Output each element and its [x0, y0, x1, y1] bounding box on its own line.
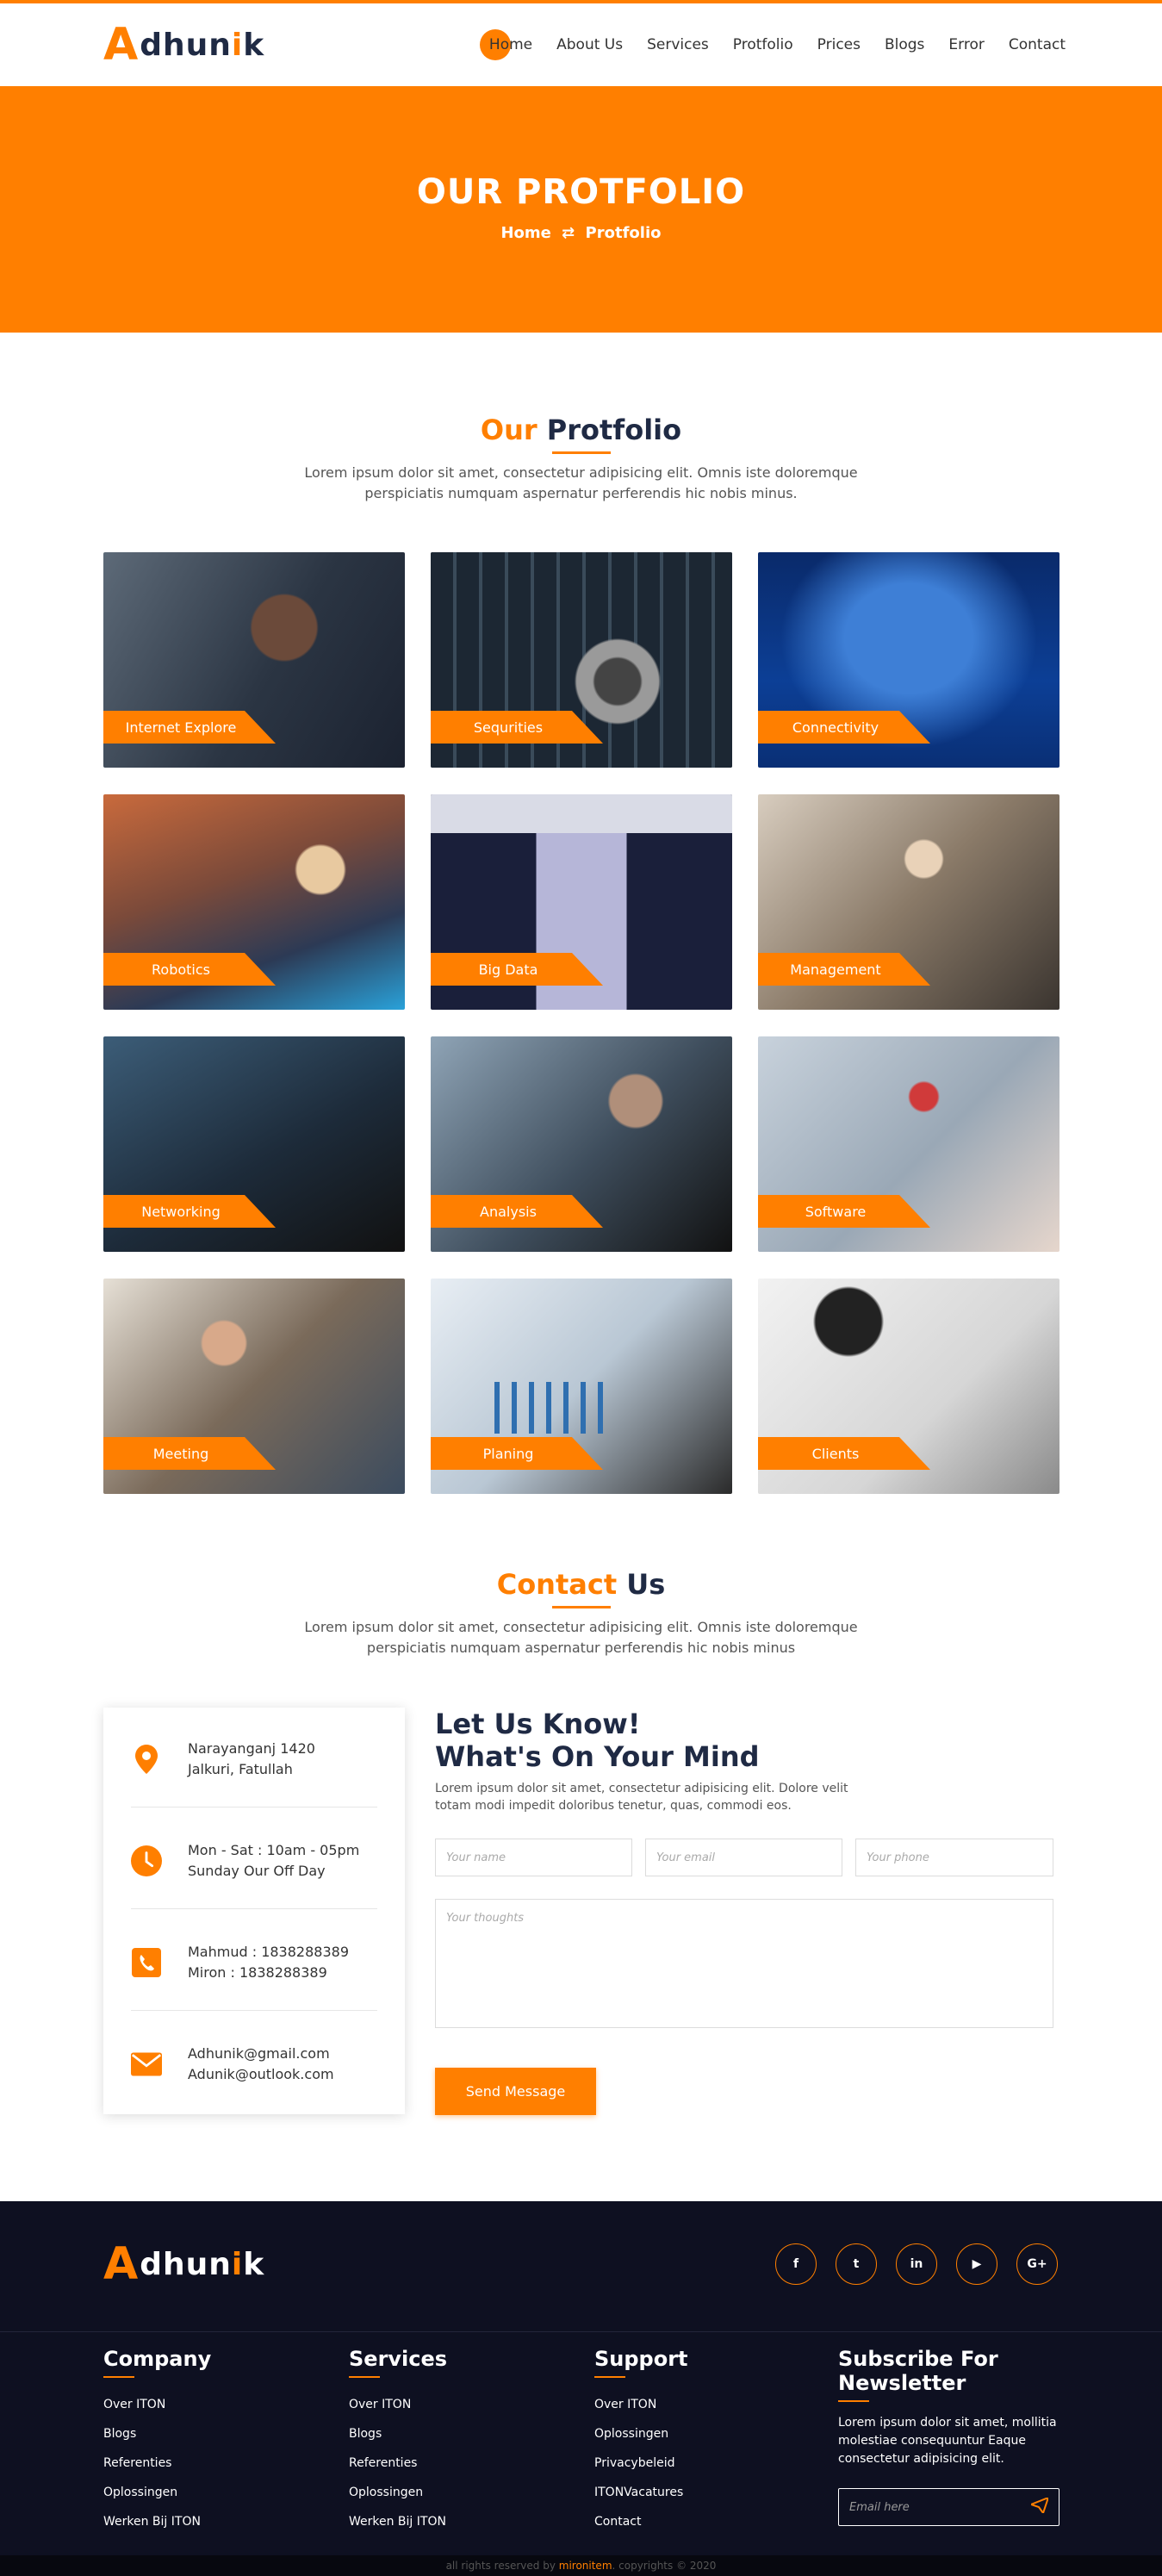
- twitter-icon[interactable]: t: [836, 2243, 877, 2285]
- portfolio-card[interactable]: Planing: [431, 1279, 732, 1494]
- send-message-button[interactable]: Send Message: [435, 2068, 596, 2115]
- contact-form-heading: Let Us Know! What's On Your Mind Lorem ip…: [435, 1708, 1055, 1814]
- footer-link[interactable]: Referenties: [349, 2448, 556, 2478]
- nav-blogs[interactable]: Blogs: [873, 36, 936, 53]
- youtube-icon[interactable]: ▶: [956, 2243, 997, 2285]
- logo-letter-a: A: [103, 19, 140, 71]
- portfolio-card[interactable]: Software: [758, 1036, 1059, 1252]
- breadcrumb-separator-icon: ⇄: [562, 224, 575, 242]
- facebook-icon[interactable]: f: [775, 2243, 817, 2285]
- footer-link[interactable]: Blogs: [349, 2419, 556, 2448]
- envelope-icon: [131, 2049, 162, 2080]
- page-title: OUR PROTFOLIO: [416, 172, 746, 212]
- portfolio-card[interactable]: Sequrities: [431, 552, 732, 768]
- send-icon[interactable]: [1028, 2496, 1050, 2517]
- portfolio-card[interactable]: Meeting: [103, 1279, 405, 1494]
- form-text: Lorem ipsum dolor sit amet, consectetur …: [435, 1782, 848, 1813]
- footer-link[interactable]: Oplossingen: [103, 2478, 310, 2507]
- hours-item: Mon - Sat : 10am - 05pm Sunday Our Off Da…: [131, 1840, 377, 1882]
- footer-services: Services Over ITON Blogs Referenties Opl…: [349, 2347, 556, 2536]
- divider: [131, 1908, 377, 1909]
- footer-link[interactable]: ITONVacatures: [594, 2478, 801, 2507]
- footer-services-title: Services: [349, 2347, 448, 2371]
- nav-error[interactable]: Error: [936, 36, 996, 53]
- footer-divider: [0, 2331, 1162, 2332]
- logo-text: dhun: [140, 27, 232, 63]
- breadcrumb-home[interactable]: Home: [500, 224, 550, 242]
- nav-prices[interactable]: Prices: [805, 36, 873, 53]
- footer-company-title: Company: [103, 2347, 212, 2371]
- footer-newsletter: Subscribe For Newsletter Lorem ipsum dolo…: [838, 2347, 1071, 2468]
- logo-letter-i: i: [231, 27, 244, 63]
- divider: [131, 1807, 377, 1808]
- footer-logo-wrap: Adhun i k: [103, 2242, 264, 2287]
- portfolio-card[interactable]: Robotics: [103, 794, 405, 1010]
- footer-link[interactable]: Over ITON: [594, 2390, 801, 2419]
- nav-home[interactable]: Home: [477, 29, 544, 60]
- site-header: Adhun i k Home About Us Services Protfolio…: [0, 3, 1162, 86]
- title-underline: [551, 451, 611, 454]
- newsletter-text: Lorem ipsum dolor sit amet, mollitia mol…: [838, 2416, 1057, 2466]
- portfolio-title: Our Protfolio: [480, 414, 682, 446]
- contact-info-card: Narayanganj 1420 Jalkuri, Fatullah Mon - …: [103, 1708, 405, 2114]
- nav-portfolio[interactable]: Protfolio: [721, 36, 805, 53]
- portfolio-card[interactable]: Management: [758, 794, 1059, 1010]
- footer-link[interactable]: Referenties: [103, 2448, 310, 2478]
- newsletter-email-field[interactable]: Email here: [838, 2488, 1059, 2526]
- divider: [131, 2010, 377, 2011]
- site-logo[interactable]: Adhun i k: [103, 22, 264, 67]
- footer-company: Company Over ITON Blogs Referenties Oplo…: [103, 2347, 310, 2536]
- phone-icon: [131, 1947, 162, 1978]
- newsletter-title: Subscribe For Newsletter: [838, 2347, 998, 2395]
- portfolio-description: Lorem ipsum dolor sit amet, consectetur …: [304, 464, 858, 501]
- footer-link[interactable]: Werken Bij ITON: [103, 2507, 310, 2536]
- contact-title: Contact Us: [496, 1568, 666, 1601]
- portfolio-card[interactable]: Clients: [758, 1279, 1059, 1494]
- portfolio-card[interactable]: Analysis: [431, 1036, 732, 1252]
- page-banner: OUR PROTFOLIO Home ⇄ Protfolio: [0, 86, 1162, 333]
- google-plus-icon[interactable]: G+: [1016, 2243, 1058, 2285]
- main-nav: Home About Us Services Protfolio Prices …: [477, 29, 1078, 60]
- footer-link[interactable]: Over ITON: [349, 2390, 556, 2419]
- breadcrumb-current: Protfolio: [585, 224, 662, 242]
- address-item: Narayanganj 1420 Jalkuri, Fatullah: [131, 1739, 377, 1780]
- email-input[interactable]: Your email: [645, 1839, 842, 1876]
- email-item: Adhunik@gmail.com Adunik@outlook.com: [131, 2044, 377, 2085]
- portfolio-card[interactable]: Networking: [103, 1036, 405, 1252]
- title-underline: [551, 1606, 611, 1608]
- portfolio-grid: Internet Explore Sequrities Connectivity…: [103, 552, 1059, 1494]
- portfolio-card[interactable]: Internet Explore: [103, 552, 405, 768]
- breadcrumb: Home ⇄ Protfolio: [0, 224, 1162, 242]
- social-links: f t in ▶ G+: [775, 2243, 1058, 2285]
- clock-icon: [131, 1845, 162, 1876]
- footer-link[interactable]: Privacybeleid: [594, 2448, 801, 2478]
- footer-link[interactable]: Oplossingen: [349, 2478, 556, 2507]
- nav-contact[interactable]: Contact: [997, 36, 1078, 53]
- nav-about[interactable]: About Us: [544, 36, 635, 53]
- portfolio-heading: Our Protfolio Lorem ipsum dolor sit amet…: [0, 414, 1162, 504]
- phone-input[interactable]: Your phone: [855, 1839, 1053, 1876]
- linkedin-icon[interactable]: in: [896, 2243, 937, 2285]
- footer-logo[interactable]: Adhun i k: [103, 2242, 264, 2287]
- copyright-bar: all rights reserved by mironitem. copyri…: [0, 2555, 1162, 2576]
- message-textarea[interactable]: Your thoughts: [435, 1899, 1053, 2028]
- location-pin-icon: [131, 1744, 162, 1775]
- footer-support-title: Support: [594, 2347, 688, 2371]
- footer-link[interactable]: Contact: [594, 2507, 801, 2536]
- footer-link[interactable]: Blogs: [103, 2419, 310, 2448]
- contact-heading: Contact Us Lorem ipsum dolor sit amet, c…: [0, 1568, 1162, 1658]
- nav-services[interactable]: Services: [635, 36, 721, 53]
- phone-item: Mahmud : 1838288389 Miron : 1838288389: [131, 1942, 377, 1983]
- contact-description: Lorem ipsum dolor sit amet, consectetur …: [304, 1619, 858, 1656]
- portfolio-card[interactable]: Connectivity: [758, 552, 1059, 768]
- name-input[interactable]: Your name: [435, 1839, 632, 1876]
- logo-letter-k: k: [243, 27, 265, 63]
- footer-link[interactable]: Oplossingen: [594, 2419, 801, 2448]
- footer-link[interactable]: Werken Bij ITON: [349, 2507, 556, 2536]
- form-title: Let Us Know! What's On Your Mind: [435, 1708, 760, 1773]
- portfolio-card[interactable]: Big Data: [431, 794, 732, 1010]
- footer-support: Support Over ITON Oplossingen Privacybel…: [594, 2347, 801, 2536]
- footer-link[interactable]: Over ITON: [103, 2390, 310, 2419]
